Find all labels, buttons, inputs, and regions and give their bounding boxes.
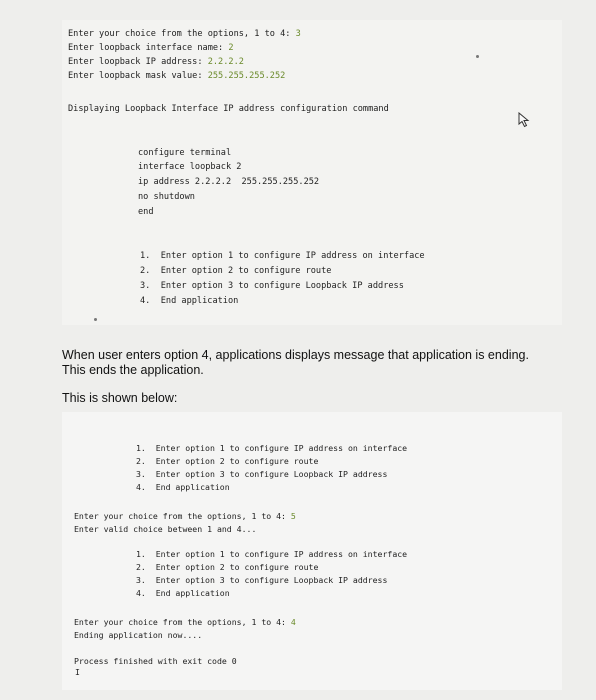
- prompt-label: Enter loopback interface name:: [68, 43, 229, 53]
- ending-message: Ending application now....: [74, 630, 203, 640]
- menu-item: 3. Enter option 3 to configure Loopback …: [136, 574, 387, 586]
- prompt-label: Enter loopback IP address:: [68, 57, 208, 67]
- menu-number: 2.: [136, 456, 146, 466]
- menu-number: 2.: [136, 562, 146, 572]
- mouse-pointer-icon: [518, 112, 530, 128]
- prompt-label: Enter your choice from the options, 1 to…: [74, 617, 291, 627]
- screenshot-page: Enter your choice from the options, 1 to…: [0, 0, 596, 700]
- menu-text: End application: [155, 588, 230, 598]
- menu-item: 2. Enter option 2 to configure route: [136, 561, 318, 573]
- menu-number: 4.: [136, 482, 146, 492]
- menu-item: 2. Enter option 2 to configure route: [140, 265, 331, 277]
- menu-item: 2. Enter option 2 to configure route: [136, 455, 318, 467]
- command-line: interface loopback 2: [138, 162, 242, 172]
- prompt-line-interface: Enter loopback interface name: 2: [68, 42, 234, 54]
- bottom-console-output: 1. Enter option 1 to configure IP addres…: [62, 412, 562, 690]
- command-line: configure terminal: [138, 148, 232, 158]
- prompt-value: 255.255.255.252: [207, 71, 286, 81]
- menu-number: 3.: [136, 469, 146, 479]
- display-heading: Displaying Loopback Interface IP address…: [68, 104, 389, 114]
- prose-line-1: When user enters option 4, applications …: [62, 348, 529, 362]
- prompt-value: 4: [290, 617, 296, 627]
- menu-number: 2.: [140, 266, 151, 276]
- prompt-label: Enter your choice from the options, 1 to…: [74, 511, 291, 521]
- prompt-value: 2.2.2.2: [207, 57, 244, 67]
- menu-text: Enter option 2 to configure route: [160, 266, 332, 276]
- menu-item: 4. End application: [136, 587, 230, 599]
- menu-text: Enter option 1 to configure IP address o…: [155, 549, 408, 559]
- prompt-label: Enter your choice from the options, 1 to…: [68, 29, 296, 39]
- menu-text: Enter option 3 to configure Loopback IP …: [155, 469, 388, 479]
- menu-text: Enter option 1 to configure IP address o…: [155, 443, 408, 453]
- prose-line-2: This ends the application.: [62, 363, 204, 377]
- prompt-value: 5: [290, 511, 296, 521]
- exit-message: Process finished with exit code 0: [74, 656, 237, 666]
- command-line: no shutdown: [138, 192, 195, 202]
- menu-text: End application: [155, 482, 230, 492]
- menu-number: 1.: [140, 251, 151, 261]
- menu-text: Enter option 2 to configure route: [155, 562, 319, 572]
- prompt-line-choice: Enter your choice from the options, 1 to…: [74, 510, 296, 522]
- menu-number: 4.: [140, 296, 151, 306]
- menu-item: 4. End application: [136, 481, 230, 493]
- prompt-value: 2: [228, 43, 234, 53]
- menu-item: 1. Enter option 1 to configure IP addres…: [140, 250, 425, 262]
- prompt-line-choice: Enter your choice from the options, 1 to…: [68, 28, 301, 40]
- prompt-label: Enter loopback mask value:: [68, 71, 208, 81]
- menu-item: 4. End application: [140, 295, 238, 307]
- menu-number: 1.: [136, 549, 146, 559]
- menu-number: 3.: [136, 575, 146, 585]
- command-line: ip address 2.2.2.2 255.255.255.252: [138, 177, 320, 187]
- menu-number: 4.: [136, 588, 146, 598]
- menu-text: Enter option 3 to configure Loopback IP …: [160, 281, 404, 291]
- prompt-value: 3: [295, 29, 301, 39]
- top-console-output: Enter your choice from the options, 1 to…: [62, 20, 562, 325]
- menu-text: Enter option 3 to configure Loopback IP …: [155, 575, 388, 585]
- menu-number: 1.: [136, 443, 146, 453]
- stray-dot: [94, 318, 97, 321]
- menu-text: Enter option 2 to configure route: [155, 456, 319, 466]
- invalid-choice-message: Enter valid choice between 1 and 4...: [74, 524, 257, 534]
- menu-text: End application: [160, 296, 239, 306]
- menu-number: 3.: [140, 281, 151, 291]
- prompt-line-choice: Enter your choice from the options, 1 to…: [74, 616, 296, 628]
- text-caret: I: [75, 667, 80, 677]
- menu-item: 3. Enter option 3 to configure Loopback …: [140, 280, 404, 292]
- prompt-line-mask: Enter loopback mask value: 255.255.255.2…: [68, 70, 285, 82]
- command-line: end: [138, 207, 154, 217]
- menu-item: 1. Enter option 1 to configure IP addres…: [136, 442, 407, 454]
- prose-line-3: This is shown below:: [62, 391, 178, 405]
- menu-item: 3. Enter option 3 to configure Loopback …: [136, 468, 387, 480]
- menu-item: 1. Enter option 1 to configure IP addres…: [136, 548, 407, 560]
- prompt-line-ip: Enter loopback IP address: 2.2.2.2: [68, 56, 244, 68]
- stray-dot: [476, 55, 479, 58]
- menu-text: Enter option 1 to configure IP address o…: [160, 251, 425, 261]
